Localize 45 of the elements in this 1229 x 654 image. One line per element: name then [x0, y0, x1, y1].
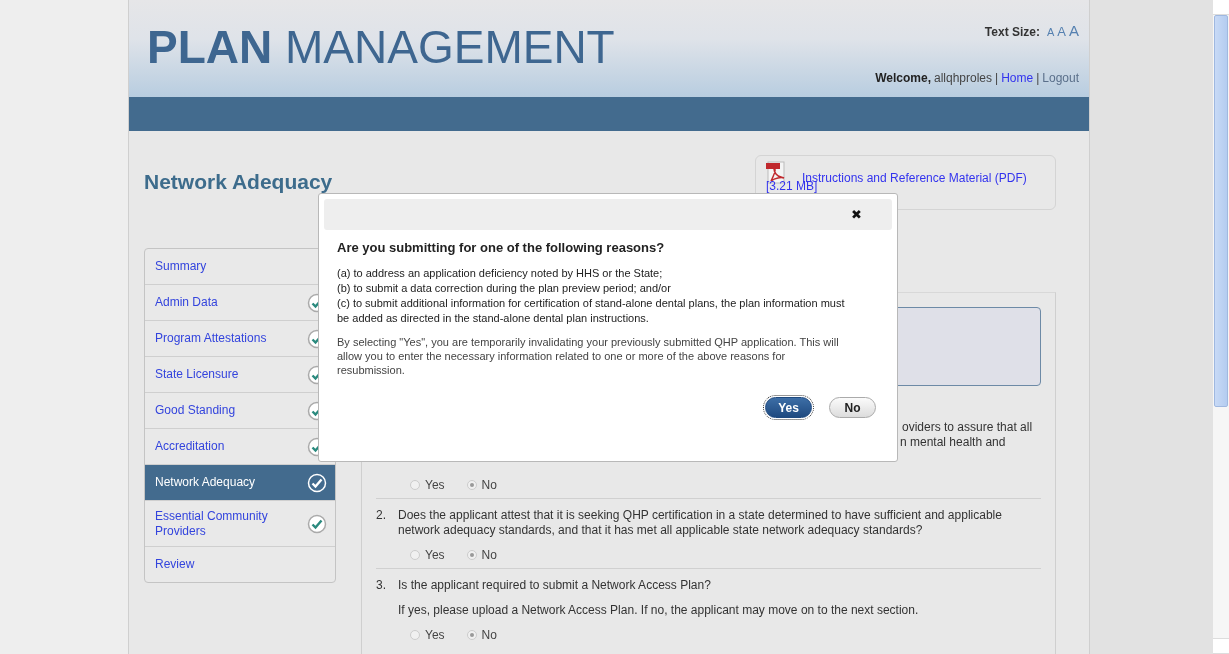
- radio-button[interactable]: [410, 480, 420, 490]
- question-text: Does the applicant attest that it is seeking QHP certification in a state determined to have sufficient and applicable network adequacy standards, and that it has met all applicable state network adequacy standards?: [398, 508, 1003, 538]
- username: allqhproles: [934, 71, 993, 85]
- radio-button[interactable]: [466, 550, 477, 560]
- reason-text: (c) to submit additional information for certification of stand-alone dental plans, the plan information must be added as directed in the stand-alone dental plan instructions.: [337, 296, 846, 326]
- sidebar-item[interactable]: Network Adequacy: [145, 464, 335, 500]
- option-label: Yes: [425, 628, 445, 642]
- question-text: n mental health and: [900, 435, 1006, 450]
- radio-button[interactable]: [466, 480, 477, 490]
- question-note: If yes, please upload a Network Access Plan. If no, the applicant may move on to the next section.: [398, 603, 920, 618]
- radio-button[interactable]: [466, 630, 477, 640]
- text-size-label: Text Size:: [984, 25, 1040, 39]
- no-button[interactable]: No: [829, 397, 876, 418]
- sidebar-item[interactable]: Essential Community Providers: [145, 500, 335, 546]
- question-text: oviders to assure that all: [902, 420, 1033, 435]
- scrollbar[interactable]: [1213, 0, 1229, 654]
- option-label: Yes: [425, 548, 445, 562]
- text-size-link[interactable]: A: [1057, 24, 1066, 39]
- reason-text: (b) to submit a data correction during the plan preview period; and/or: [337, 281, 672, 296]
- logo: PLAN MANAGEMENT: [147, 22, 615, 72]
- close-button[interactable]: ✖: [851, 207, 862, 222]
- link-separator: |: [995, 71, 999, 85]
- file-size: [3.21 MB]: [766, 180, 818, 192]
- welcome-label: Welcome,: [875, 71, 931, 85]
- option-label: No: [481, 478, 497, 492]
- option-label: No: [481, 548, 497, 562]
- question-number: 3.: [376, 578, 387, 593]
- scroll-thumb[interactable]: [1214, 15, 1228, 407]
- option-label: No: [481, 628, 497, 642]
- option-label: Yes: [425, 478, 445, 492]
- radio-button[interactable]: [410, 550, 420, 560]
- logout-link[interactable]: Logout: [1042, 71, 1079, 85]
- sidebar-item[interactable]: Review: [145, 546, 335, 582]
- text-size-link[interactable]: A: [1069, 22, 1079, 39]
- home-link[interactable]: Home: [1001, 71, 1034, 85]
- question-number: 2.: [376, 508, 387, 524]
- reason-text: (a) to address an application deficiency noted by HHS or the State;: [337, 266, 664, 281]
- page-title: Network Adequacy: [144, 170, 333, 195]
- text-size-link[interactable]: A: [1046, 26, 1055, 38]
- yes-button[interactable]: Yes: [765, 397, 812, 418]
- radio-button[interactable]: [410, 630, 420, 640]
- question-text: Is the applicant required to submit a Network Access Plan?: [398, 578, 712, 593]
- link-separator: |: [1036, 71, 1040, 85]
- dialog-title: Are you submitting for one of the following reasons?: [337, 240, 666, 255]
- dialog-note: By selecting "Yes", you are temporarily invalidating your previously submitted QHP application. This will allow you to enter the necessary information related to one or more of the above reasons for resubmission.: [337, 335, 840, 377]
